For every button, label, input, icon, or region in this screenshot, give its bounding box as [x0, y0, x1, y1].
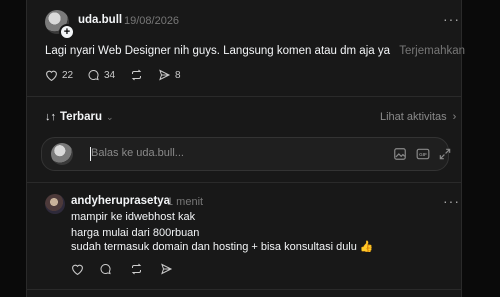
reply-time: 1 menit — [167, 196, 204, 208]
like-button[interactable]: 22 — [45, 69, 73, 81]
reply-comment-button[interactable] — [99, 263, 112, 275]
image-icon[interactable] — [393, 147, 407, 166]
comment-count: 34 — [104, 69, 116, 81]
translate-link[interactable]: Terjemahkan — [399, 45, 465, 57]
chevron-down-icon: ⌄ — [105, 111, 114, 122]
post-date: 19/08/2026 — [124, 15, 180, 27]
reply-box[interactable]: Balas ke uda.bull... GIF — [41, 137, 452, 171]
reply-like-button[interactable] — [71, 263, 84, 275]
share-button[interactable]: 8 — [158, 69, 181, 81]
divider — [27, 182, 461, 183]
post-text-line: Lagi nyari Web Designer nih guys. Langsu… — [45, 45, 465, 57]
reply-author-avatar[interactable] — [45, 194, 65, 214]
expand-icon[interactable] — [438, 147, 452, 166]
send-icon — [161, 263, 173, 275]
view-activity-link[interactable]: Lihat aktivitas › — [380, 111, 456, 123]
reply-username[interactable]: andyheruprasetya — [71, 195, 170, 207]
post-text: Lagi nyari Web Designer nih guys. Langsu… — [45, 45, 390, 57]
reply-text-line: mampir ke idwebhost kak — [71, 211, 196, 223]
current-user-avatar — [51, 143, 73, 165]
divider — [27, 96, 461, 97]
heart-icon — [72, 264, 83, 275]
sort-icon: ↓↑ — [45, 111, 56, 123]
thread-panel: + uda.bull 19/08/2026 ··· Lagi nyari Web… — [26, 0, 465, 297]
reply-input[interactable]: Balas ke uda.bull... — [91, 147, 184, 159]
send-icon — [159, 69, 171, 81]
divider — [27, 289, 461, 290]
follow-plus-icon[interactable]: + — [59, 24, 75, 40]
gif-icon[interactable]: GIF — [416, 147, 430, 166]
reply-text-line: sudah termasuk domain dan hosting + bisa… — [71, 241, 374, 253]
repost-button[interactable] — [130, 69, 143, 81]
share-count: 8 — [175, 69, 181, 81]
reply-share-button[interactable] — [160, 263, 173, 275]
reply-text-line: harga mulai dari 800rbuan — [71, 227, 200, 239]
repost-icon — [131, 69, 142, 81]
post-username[interactable]: uda.bull — [78, 14, 122, 26]
reply-repost-button[interactable] — [130, 263, 143, 275]
post-more-icon[interactable]: ··· — [443, 11, 460, 27]
comment-icon — [100, 263, 111, 275]
heart-icon — [46, 70, 57, 81]
like-count: 22 — [62, 69, 74, 81]
sort-label: Terbaru — [60, 111, 102, 123]
activity-label: Lihat aktivitas — [380, 111, 447, 123]
svg-text:GIF: GIF — [419, 152, 427, 157]
comment-icon — [88, 69, 99, 81]
repost-icon — [131, 263, 142, 275]
comment-button[interactable]: 34 — [87, 69, 115, 81]
sort-dropdown[interactable]: ↓↑ Terbaru ⌄ — [45, 111, 114, 123]
reply-more-icon[interactable]: ··· — [443, 193, 460, 209]
chevron-right-icon: › — [452, 111, 457, 123]
